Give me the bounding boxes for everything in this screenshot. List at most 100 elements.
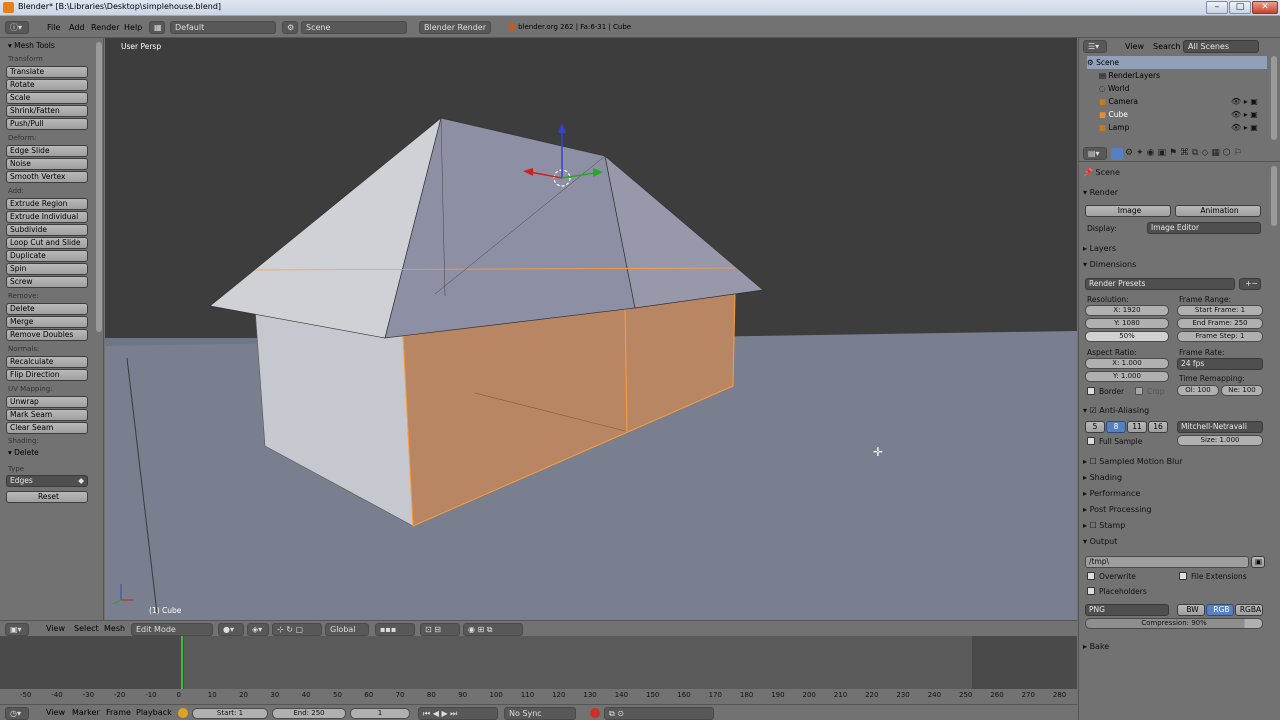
tool-button-flip-direction[interactable]: Flip Direction	[6, 369, 88, 381]
rgb-button[interactable]: RGB	[1206, 604, 1234, 616]
bake-panel-header[interactable]: ▸ Bake	[1083, 640, 1267, 653]
output-panel-header[interactable]: ▾ Output	[1083, 535, 1267, 548]
menu-render[interactable]: Render	[89, 21, 121, 34]
editor-type-button[interactable]: ▤▾	[1083, 147, 1107, 160]
outliner-item-renderlayers[interactable]: ▤ RenderLayers	[1099, 69, 1279, 82]
properties-tabs[interactable]: ⚙✦◉▣⚑⌘⧉◇▦⬡⚐	[1125, 148, 1245, 158]
placeholders-checkbox[interactable]	[1087, 587, 1095, 595]
mesh-tools-header[interactable]: ▾ Mesh Tools	[0, 40, 103, 51]
visibility-icons[interactable]: 👁 ▸ ▣ 👁 ▸ ▣ 👁 ▸ ▣	[1231, 95, 1258, 134]
render-animation-button[interactable]: Animation	[1175, 205, 1261, 217]
tool-button-noise[interactable]: Noise	[6, 158, 88, 170]
smb-panel-header[interactable]: ▸ ☐ Sampled Motion Blur	[1083, 455, 1267, 468]
keyframe-icon[interactable]	[178, 708, 188, 718]
screen-layout-icon[interactable]: ▦	[149, 21, 165, 34]
full-sample-checkbox[interactable]	[1087, 437, 1095, 445]
overwrite-checkbox[interactable]	[1087, 572, 1095, 580]
start-frame-field[interactable]: Start Frame: 1	[1177, 305, 1263, 316]
tool-button-edge-slide[interactable]: Edge Slide	[6, 145, 88, 157]
compression-slider[interactable]: Compression: 90%	[1085, 618, 1263, 629]
menu-frame[interactable]: Frame	[104, 706, 133, 719]
tool-button-shrink-fatten[interactable]: Shrink/Fatten	[6, 105, 88, 117]
tool-button-translate[interactable]: Translate	[6, 66, 88, 78]
playhead[interactable]	[180, 636, 183, 689]
post-panel-header[interactable]: ▸ Post Processing	[1083, 503, 1267, 516]
tool-button-spin[interactable]: Spin	[6, 263, 88, 275]
aspect-y-field[interactable]: Y: 1.000	[1085, 371, 1169, 382]
menu-marker[interactable]: Marker	[70, 706, 102, 719]
preset-add-button[interactable]: +−	[1239, 278, 1261, 290]
outliner-scope-select[interactable]: All Scenes	[1183, 40, 1259, 53]
minimize-button[interactable]: –	[1206, 1, 1228, 14]
menu-view[interactable]: View	[44, 706, 67, 719]
tool-button-delete[interactable]: Delete	[6, 303, 88, 315]
render-engine-select[interactable]: Blender Render	[419, 21, 491, 34]
layer-buttons[interactable]: ▪▪▪	[375, 623, 415, 636]
aa-sample-button[interactable]: 11	[1127, 421, 1147, 433]
current-frame-field[interactable]: 1	[350, 708, 410, 719]
menu-view[interactable]: View	[1123, 40, 1146, 53]
editor-type-button[interactable]: ▣▾	[5, 623, 29, 636]
end-frame-field[interactable]: End Frame: 250	[1177, 318, 1263, 329]
tool-button-unwrap[interactable]: Unwrap	[6, 396, 88, 408]
editor-type-button[interactable]: ☰▾	[1083, 40, 1107, 53]
menu-help[interactable]: Help	[122, 21, 144, 34]
layers-panel-header[interactable]: ▸ Layers	[1083, 242, 1267, 255]
menu-view[interactable]: View	[44, 622, 67, 635]
mode-select[interactable]: Edit Mode	[131, 623, 213, 636]
render-image-button[interactable]: Image	[1085, 205, 1171, 217]
frame-step-field[interactable]: Frame Step: 1	[1177, 331, 1263, 342]
select-mode-buttons[interactable]: ⊡ ⊟	[420, 623, 460, 636]
border-checkbox[interactable]	[1087, 387, 1095, 395]
resolution-y-field[interactable]: Y: 1080	[1085, 318, 1169, 329]
menu-search[interactable]: Search	[1151, 40, 1182, 53]
tool-button-clear-seam[interactable]: Clear Seam	[6, 422, 88, 434]
end-frame-field[interactable]: End: 250	[272, 708, 346, 719]
resolution-x-field[interactable]: X: 1920	[1085, 305, 1169, 316]
pivot-select[interactable]: ◈▾	[247, 623, 269, 636]
snap-buttons[interactable]: ◉ ⊞ ⧉	[463, 623, 523, 636]
properties-scrollbar[interactable]	[1271, 166, 1277, 226]
resolution-percent-field[interactable]: 50%	[1085, 331, 1169, 342]
aspect-x-field[interactable]: X: 1.000	[1085, 358, 1169, 369]
editor-type-button[interactable]: ⓘ▾	[5, 21, 29, 34]
tool-button-merge[interactable]: Merge	[6, 316, 88, 328]
display-select[interactable]: Image Editor	[1147, 222, 1261, 234]
stamp-panel-header[interactable]: ▸ ☐ Stamp	[1083, 519, 1267, 532]
editor-type-button[interactable]: ◷▾	[5, 707, 29, 720]
menu-select[interactable]: Select	[72, 622, 101, 635]
tool-button-smooth-vertex[interactable]: Smooth Vertex	[6, 171, 88, 183]
tool-button-loop-cut-and-slide[interactable]: Loop Cut and Slide	[6, 237, 88, 249]
playback-controls[interactable]: ⏮ ◀ ▶ ⏭	[418, 707, 498, 720]
aa-panel-header[interactable]: ▾ ☑ Anti-Aliasing	[1083, 404, 1267, 417]
3d-viewport[interactable]: ✛ User Persp (1) Cube	[105, 38, 1077, 620]
render-presets-select[interactable]: Render Presets	[1085, 278, 1235, 290]
time-old-field[interactable]: Ol: 100	[1177, 385, 1219, 396]
menu-file[interactable]: File	[45, 21, 62, 34]
tab-render-icon[interactable]	[1111, 148, 1123, 160]
format-select[interactable]: PNG	[1085, 604, 1169, 616]
orientation-select[interactable]: Global	[325, 623, 369, 636]
close-button[interactable]: ✕	[1252, 1, 1278, 14]
file-ext-checkbox[interactable]	[1179, 572, 1187, 580]
bw-button[interactable]: BW	[1177, 604, 1205, 616]
time-new-field[interactable]: Ne: 100	[1221, 385, 1263, 396]
tool-button-mark-seam[interactable]: Mark Seam	[6, 409, 88, 421]
rgba-button[interactable]: RGBA	[1235, 604, 1263, 616]
reset-button[interactable]: Reset	[6, 491, 88, 503]
keying-set-field[interactable]: ⧉ ⊙	[604, 707, 714, 720]
tool-button-extrude-individual[interactable]: Extrude Individual	[6, 211, 88, 223]
tool-button-push-pull[interactable]: Push/Pull	[6, 118, 88, 130]
aa-sample-button[interactable]: 16	[1148, 421, 1168, 433]
aa-sample-button[interactable]: 8	[1106, 421, 1126, 433]
tool-shelf-scrollbar[interactable]	[96, 42, 102, 332]
tool-button-subdivide[interactable]: Subdivide	[6, 224, 88, 236]
shading-panel-header[interactable]: ▸ Shading	[1083, 471, 1267, 484]
tool-button-screw[interactable]: Screw	[6, 276, 88, 288]
screen-selector[interactable]: Default	[170, 21, 276, 34]
menu-playback[interactable]: Playback	[134, 706, 174, 719]
output-path-field[interactable]: /tmp\	[1085, 556, 1249, 568]
operator-panel-header[interactable]: ▾ Delete	[0, 447, 103, 458]
tool-button-extrude-region[interactable]: Extrude Region	[6, 198, 88, 210]
tool-button-recalculate[interactable]: Recalculate	[6, 356, 88, 368]
